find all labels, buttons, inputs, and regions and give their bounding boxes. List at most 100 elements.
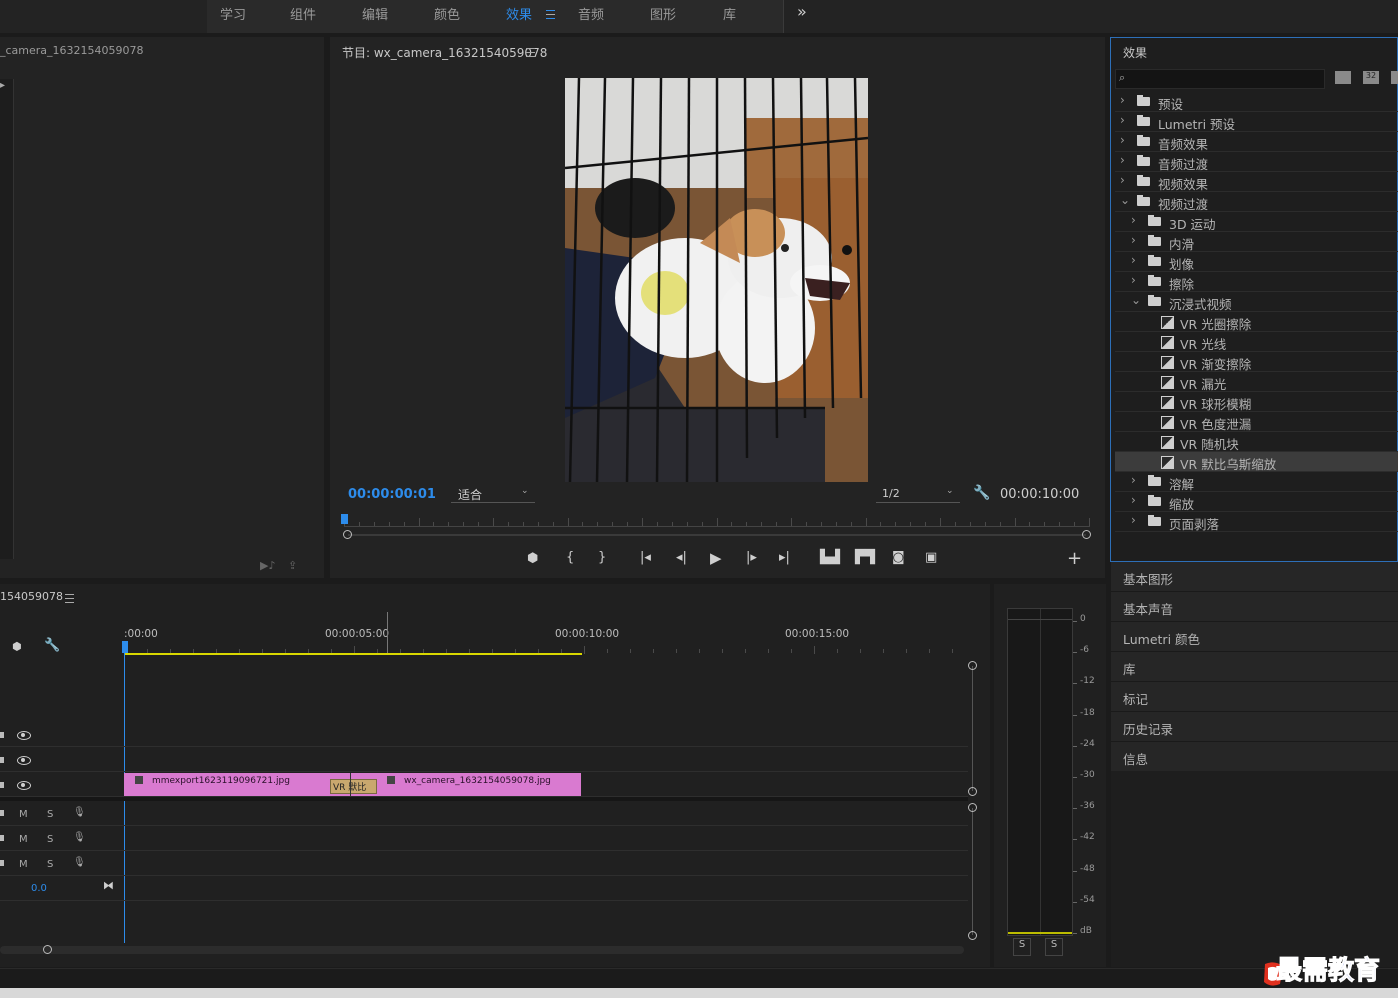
tab-learn[interactable]: 学习 — [220, 4, 246, 23]
chevron-right-icon[interactable]: › — [1120, 133, 1125, 147]
lock-icon[interactable] — [0, 757, 4, 763]
tab-color[interactable]: 颜色 — [434, 4, 460, 23]
effects-item[interactable]: › 缩放 — [1115, 492, 1398, 512]
work-area-bar[interactable] — [124, 653, 582, 655]
zoom-handle-right[interactable] — [1082, 530, 1091, 539]
side-panel-tab[interactable]: 基本声音 — [1111, 592, 1398, 622]
scroll-handle[interactable] — [968, 803, 977, 812]
lock-icon[interactable] — [0, 810, 4, 816]
eye-icon[interactable] — [17, 756, 31, 765]
mark-in-icon[interactable]: { — [566, 550, 574, 565]
chevron-right-icon[interactable]: › — [1131, 233, 1136, 247]
effects-item[interactable]: VR 漏光 — [1115, 372, 1398, 392]
step-back-icon[interactable]: ◂| — [676, 550, 687, 565]
go-to-in-icon[interactable]: |◂ — [640, 550, 651, 565]
export-icon[interactable]: ⇪ — [288, 559, 297, 572]
microphone-icon[interactable]: 🎙 — [73, 807, 86, 818]
lock-icon[interactable] — [0, 782, 4, 788]
solo-left-button[interactable]: S — [1013, 938, 1031, 956]
yuv-icon[interactable] — [1391, 71, 1398, 84]
lift-icon[interactable]: ▙▟ — [820, 550, 840, 565]
effects-item[interactable]: ⌄ 视频过渡 — [1115, 192, 1398, 212]
lock-icon[interactable] — [0, 732, 4, 738]
chevron-down-icon[interactable]: ⌄ — [1120, 193, 1130, 207]
side-panel-tab[interactable]: 库 — [1111, 652, 1398, 682]
solo-right-button[interactable]: S — [1045, 938, 1063, 956]
solo-button[interactable]: S — [47, 809, 53, 820]
effects-item[interactable]: › 页面剥落 — [1115, 512, 1398, 532]
effects-item[interactable]: ⌄ 沉浸式视频 — [1115, 292, 1398, 312]
effects-item-selected[interactable]: VR 默比乌斯缩放 — [1115, 452, 1398, 472]
effects-item[interactable]: › 音频效果 — [1115, 132, 1398, 152]
overflow-button[interactable]: » — [797, 2, 807, 21]
fit-dropdown[interactable]: 适合 ⌄ — [451, 486, 535, 503]
effects-item[interactable]: › 3D 运动 — [1115, 212, 1398, 232]
step-forward-icon[interactable]: |▸ — [746, 550, 757, 565]
audio-vscroll[interactable] — [972, 808, 973, 935]
master-volume[interactable]: 0.0 — [31, 883, 47, 894]
wrench-icon[interactable]: 🔧 — [44, 638, 60, 653]
tab-libraries[interactable]: 库 — [723, 4, 736, 23]
camera-icon[interactable]: ◙ — [892, 550, 905, 565]
program-zoom-bar[interactable] — [348, 534, 1086, 536]
tab-graphics[interactable]: 图形 — [650, 4, 676, 23]
tab-audio[interactable]: 音频 — [578, 4, 604, 23]
zoom-handle-left[interactable] — [343, 530, 352, 539]
eye-icon[interactable] — [17, 731, 31, 740]
chevron-right-icon[interactable]: › — [1131, 473, 1136, 487]
accelerated-effects-icon[interactable] — [1335, 71, 1351, 84]
solo-button[interactable]: S — [47, 859, 53, 870]
lock-icon[interactable] — [0, 860, 4, 866]
scroll-handle[interactable] — [968, 661, 977, 670]
program-playhead[interactable] — [341, 514, 348, 524]
edit-point[interactable] — [350, 773, 351, 796]
effects-item[interactable]: VR 光圈擦除 — [1115, 312, 1398, 332]
add-button[interactable]: + — [1067, 548, 1082, 569]
side-panel-tab[interactable]: 信息 — [1111, 742, 1398, 772]
tab-effects[interactable]: 效果 — [506, 4, 532, 23]
insert-icon[interactable]: ▶♪ — [260, 559, 275, 572]
track-divider[interactable] — [0, 797, 968, 801]
chevron-right-icon[interactable]: › — [1131, 253, 1136, 267]
program-timecode[interactable]: 00:00:00:01 — [348, 487, 436, 502]
add-marker-icon[interactable]: ⬢ — [527, 551, 538, 566]
program-menu-icon[interactable] — [526, 48, 535, 57]
timeline-hscroll[interactable] — [0, 946, 964, 954]
side-panel-tab[interactable]: 基本图形 — [1111, 562, 1398, 592]
microphone-icon[interactable]: 🎙 — [73, 857, 86, 868]
tab-menu-icon[interactable] — [546, 10, 555, 19]
effects-item[interactable]: VR 光线 — [1115, 332, 1398, 352]
effects-item[interactable]: VR 色度泄漏 — [1115, 412, 1398, 432]
sequence-menu-icon[interactable] — [65, 594, 74, 603]
chevron-right-icon[interactable]: › — [1131, 213, 1136, 227]
add-marker-icon[interactable]: ⬢ — [12, 640, 22, 653]
side-panel-tab[interactable]: 历史记录 — [1111, 712, 1398, 742]
comparison-view-icon[interactable]: ▣ — [925, 550, 937, 565]
mute-button[interactable]: M — [19, 859, 28, 870]
go-to-end-icon[interactable]: ⧓ — [103, 879, 114, 892]
scroll-handle[interactable] — [968, 787, 977, 796]
chevron-right-icon[interactable]: › — [1120, 153, 1125, 167]
resolution-dropdown[interactable]: 1/2 ⌄ — [876, 486, 960, 503]
play-icon[interactable]: ▶ — [710, 549, 722, 567]
chevron-right-icon[interactable]: › — [1131, 513, 1136, 527]
mute-button[interactable]: M — [19, 834, 28, 845]
clip-wx-camera[interactable]: wx_camera_1632154059078.jpg — [378, 773, 581, 796]
chevron-right-icon[interactable]: › — [1120, 113, 1125, 127]
effects-item[interactable]: › 划像 — [1115, 252, 1398, 272]
clip-mmexport[interactable]: mmexport1623119096721.jpg — [124, 773, 350, 796]
mark-out-icon[interactable]: } — [598, 550, 606, 565]
hscroll-handle[interactable] — [43, 945, 52, 954]
chevron-right-icon[interactable]: › — [1131, 493, 1136, 507]
chevron-right-icon[interactable]: › — [1120, 93, 1125, 107]
timeline-playhead-head[interactable] — [122, 641, 128, 653]
effects-item[interactable]: › 溶解 — [1115, 472, 1398, 492]
effects-item[interactable]: › Lumetri 预设 — [1115, 112, 1398, 132]
effects-item[interactable]: › 视频效果 — [1115, 172, 1398, 192]
extract-icon[interactable]: ▛▜ — [855, 550, 875, 565]
source-scroll[interactable] — [0, 79, 14, 559]
effects-item[interactable]: VR 球形模糊 — [1115, 392, 1398, 412]
effects-item[interactable]: › 预设 — [1115, 92, 1398, 112]
mute-button[interactable]: M — [19, 809, 28, 820]
go-to-out-icon[interactable]: ▸| — [779, 550, 790, 565]
